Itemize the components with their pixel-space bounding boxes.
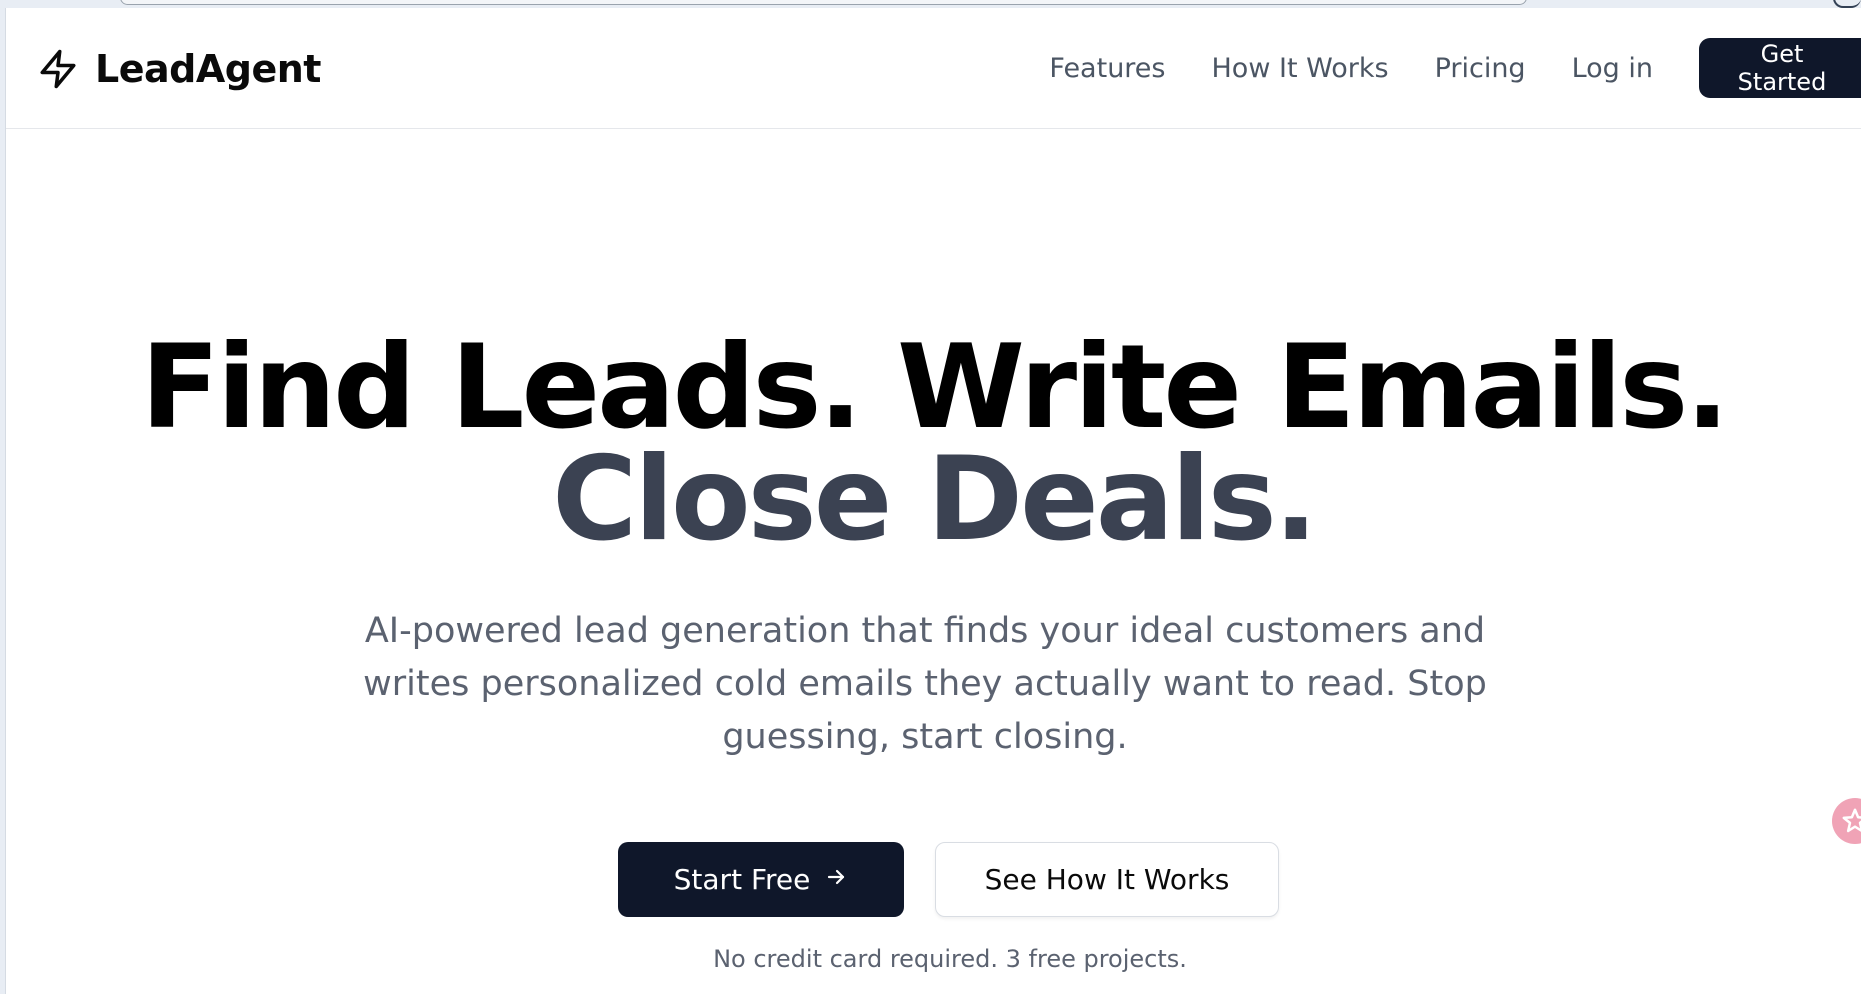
get-started-button[interactable]: Get Started <box>1699 38 1861 98</box>
browser-profile-button[interactable] <box>1833 0 1861 8</box>
nav-link-log-in[interactable]: Log in <box>1572 53 1653 84</box>
nav-link-features[interactable]: Features <box>1049 53 1165 84</box>
arrow-right-icon <box>824 863 848 896</box>
browser-address-bar[interactable] <box>120 0 1527 5</box>
hero-headline-part2: Close Deals. <box>552 432 1318 567</box>
hero-headline: Find Leads. Write Emails. Close Deals. <box>6 330 1861 558</box>
nav-link-how-it-works[interactable]: How It Works <box>1212 53 1389 84</box>
start-free-button[interactable]: Start Free <box>618 842 904 917</box>
lightning-bolt-icon <box>37 48 79 90</box>
start-free-label: Start Free <box>673 863 811 896</box>
assistant-badge-icon[interactable] <box>1832 798 1861 844</box>
browser-chrome-strip <box>0 0 1861 8</box>
main-nav: Features How It Works Pricing Log in Get… <box>1049 38 1861 98</box>
hero-cta-row: Start Free See How It Works <box>618 842 1279 917</box>
nav-link-pricing[interactable]: Pricing <box>1435 53 1526 84</box>
site-header: LeadAgent Features How It Works Pricing … <box>6 8 1861 129</box>
see-how-it-works-button[interactable]: See How It Works <box>935 842 1279 917</box>
logo-link[interactable]: LeadAgent <box>37 47 321 91</box>
brand-name: LeadAgent <box>95 47 321 91</box>
no-credit-card-note: No credit card required. 3 free projects… <box>713 945 1187 973</box>
hero-subtitle: AI-powered lead generation that finds yo… <box>363 611 1487 757</box>
